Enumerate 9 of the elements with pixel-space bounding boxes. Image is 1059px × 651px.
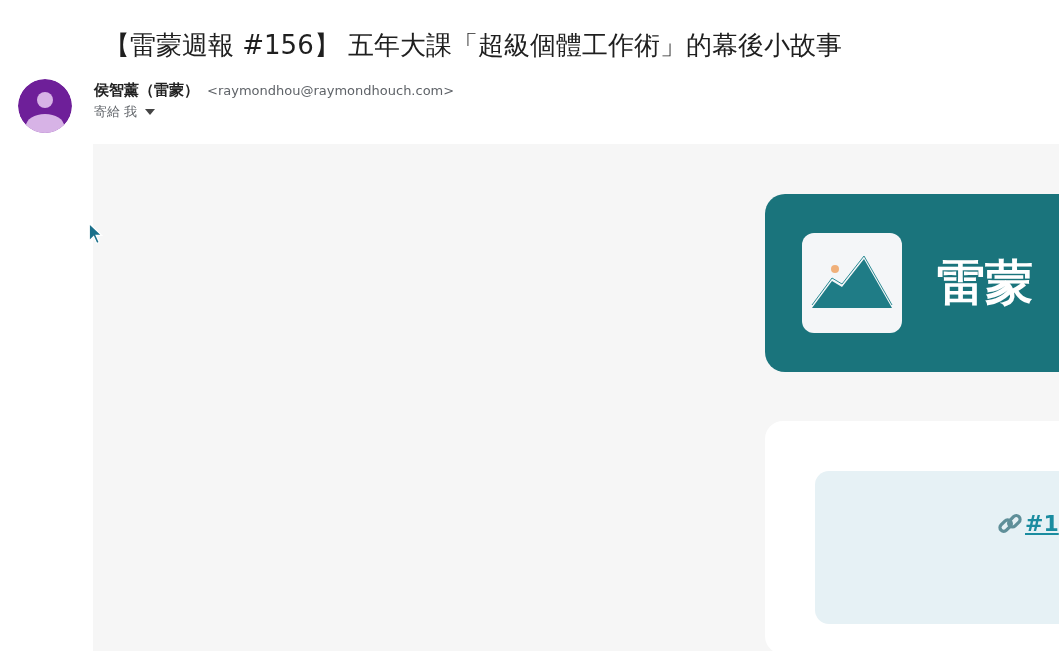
issue-link[interactable]: #1 (1025, 511, 1059, 536)
avatar-icon (18, 79, 72, 133)
mountain-logo-icon (802, 233, 902, 333)
email-subject: 【雷蒙週報 #156】 五年大課「超級個體工作術」的幕後小故事 (103, 29, 843, 62)
sender-name: 侯智薰（雷蒙） (94, 81, 199, 100)
sender-email: <raymondhou@raymondhouch.com> (207, 83, 455, 98)
caret-icon (145, 109, 156, 115)
banner-title: 雷蒙 (937, 253, 1033, 312)
recipient-dropdown[interactable]: 寄給 我 (94, 103, 156, 121)
